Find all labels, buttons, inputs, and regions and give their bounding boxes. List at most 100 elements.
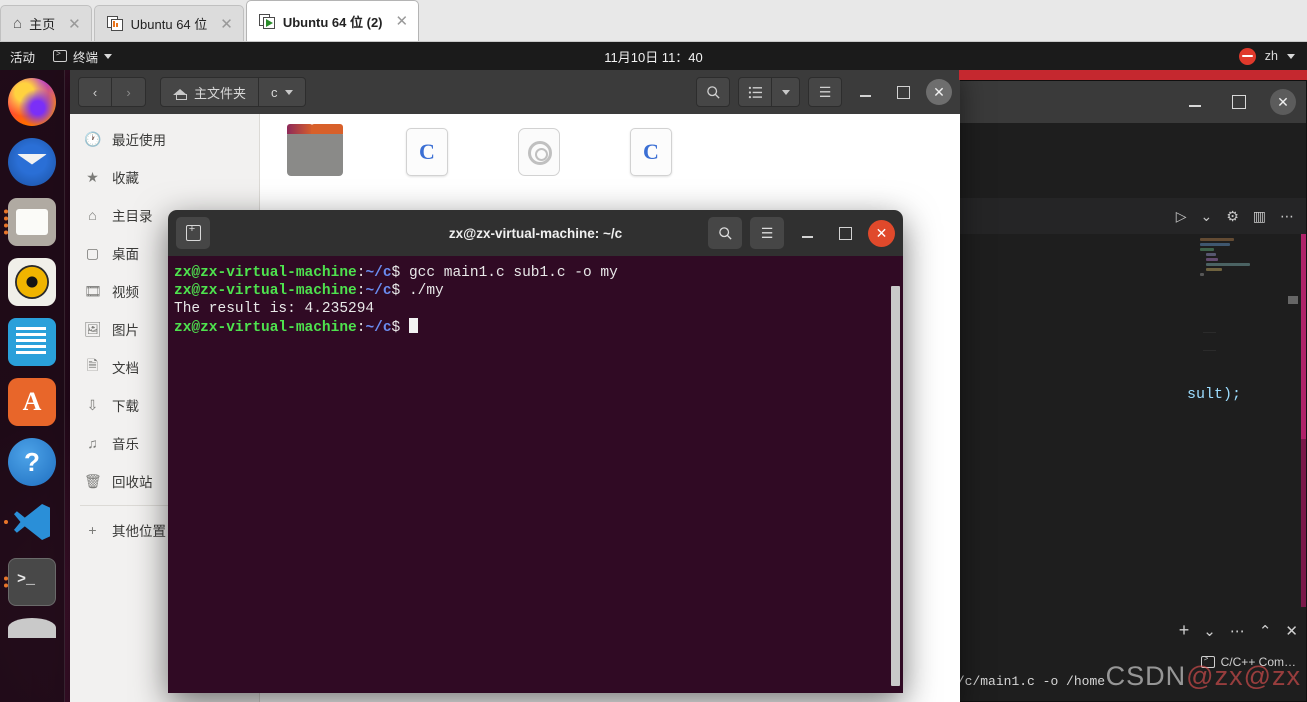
minimize-button[interactable] xyxy=(792,228,822,238)
new-terminal-icon[interactable]: + xyxy=(1179,620,1190,641)
image-icon: 🖼 xyxy=(84,320,102,337)
close-icon[interactable]: ✕ xyxy=(220,15,233,33)
dock-item-terminal[interactable] xyxy=(4,558,56,606)
plus-icon: + xyxy=(88,522,97,538)
vmware-tab-label: Ubuntu 64 位 xyxy=(130,17,208,32)
firefox-icon xyxy=(8,78,56,126)
vmware-tab-strip: ⌂ 主页 ✕ Ubuntu 64 位 ✕ Ubuntu 64 位 (2) ✕ xyxy=(0,0,1307,42)
chevron-down-icon[interactable] xyxy=(1287,53,1295,59)
maximize-button[interactable] xyxy=(888,86,918,99)
search-icon[interactable] xyxy=(696,77,730,107)
close-button[interactable]: ✕ xyxy=(1270,89,1296,115)
close-icon[interactable]: ✕ xyxy=(68,15,81,33)
sidebar-item-starred[interactable]: ★ 收藏 xyxy=(70,158,259,196)
run-icon[interactable]: ▷ xyxy=(1176,208,1187,225)
new-tab-button[interactable] xyxy=(176,217,210,249)
input-language-label[interactable]: zh xyxy=(1265,49,1278,63)
vmware-tab-label: Ubuntu 64 位 (2) xyxy=(282,14,383,30)
document-icon: 🗎 xyxy=(86,357,99,373)
sidebar-item-label: 图片 xyxy=(112,323,139,338)
menu-icon[interactable]: ☰ xyxy=(808,77,842,107)
terminal-scrollbar[interactable] xyxy=(891,286,900,686)
breadcrumb-c[interactable]: c xyxy=(259,77,306,107)
file-item[interactable]: C xyxy=(616,126,686,178)
minimize-button[interactable] xyxy=(1182,97,1208,107)
more-actions-icon[interactable]: ⋯ xyxy=(1230,622,1245,640)
editor-overview-ruler[interactable] xyxy=(1301,234,1306,607)
dock-item-help[interactable]: ? xyxy=(8,438,56,486)
list-view-icon[interactable] xyxy=(738,77,772,107)
chevron-down-icon[interactable]: ⌄ xyxy=(1203,622,1216,640)
maximize-button[interactable] xyxy=(1226,95,1252,109)
menu-icon[interactable]: ☰ xyxy=(750,217,784,249)
dock-item-show-apps[interactable] xyxy=(8,618,56,638)
breadcrumb-label: 主文件夹 xyxy=(194,85,247,101)
gear-icon[interactable]: ⚙ xyxy=(1226,208,1239,225)
editor-scrollbar[interactable] xyxy=(1288,234,1298,607)
sidebar-item-label: 回收站 xyxy=(112,475,153,490)
split-editor-icon[interactable]: ▥ xyxy=(1253,208,1266,225)
dock-item-firefox[interactable] xyxy=(8,78,56,126)
dock-item-rhythmbox[interactable] xyxy=(8,258,56,306)
chevron-down-icon[interactable]: ⌄ xyxy=(1200,208,1212,225)
terminal-line: zx@zx-virtual-machine:~/c$ xyxy=(174,318,903,337)
chevron-down-icon[interactable] xyxy=(104,53,113,59)
vm-icon xyxy=(258,13,276,29)
dock-item-vscode[interactable] xyxy=(4,498,56,546)
terminal-line: zx@zx-virtual-machine:~/c$ ./my xyxy=(174,283,444,299)
sidebar-item-label: 文档 xyxy=(112,361,139,376)
dock-item-thunderbird[interactable] xyxy=(8,138,56,186)
panel-tab-cpp-compile[interactable]: C/C++ Com… xyxy=(1200,655,1296,669)
thunderbird-icon xyxy=(8,138,56,186)
vmware-tab-label: 主页 xyxy=(29,17,56,32)
forward-button[interactable]: › xyxy=(112,77,146,107)
view-options-caret[interactable] xyxy=(772,77,800,107)
gnome-top-bar: 活动 终端 11月10日 11：40 zh xyxy=(0,42,1307,70)
maximize-button[interactable] xyxy=(830,227,860,240)
close-icon[interactable]: ✕ xyxy=(396,12,409,30)
sidebar-item-label: 其他位置 xyxy=(112,524,166,539)
sidebar-item-recent[interactable]: 🕐 最近使用 xyxy=(70,120,259,158)
files-header-actions: ☰ ✕ xyxy=(696,77,952,107)
breadcrumb-home[interactable]: 主文件夹 xyxy=(160,77,260,107)
collapse-panel-icon[interactable]: ⌃ xyxy=(1259,622,1272,640)
close-button[interactable]: ✕ xyxy=(926,79,952,105)
screen-root: ⌂ 主页 ✕ Ubuntu 64 位 ✕ Ubuntu 64 位 (2) ✕ ✕… xyxy=(0,0,1307,702)
dock-item-ubuntu-software[interactable]: A xyxy=(8,378,56,426)
editor-code-fragment: sult); xyxy=(1187,386,1242,403)
activities-button[interactable]: 活动 xyxy=(0,47,47,66)
vmware-tab-home[interactable]: ⌂ 主页 ✕ xyxy=(0,5,92,41)
more-actions-icon[interactable]: ⋯ xyxy=(1280,208,1294,225)
dock-item-libreoffice[interactable] xyxy=(8,318,56,366)
sidebar-item-label: 视频 xyxy=(112,285,139,300)
minimize-button[interactable] xyxy=(850,87,880,97)
file-item[interactable] xyxy=(280,124,350,178)
system-status-area[interactable]: zh xyxy=(1238,47,1307,65)
file-item[interactable]: C xyxy=(392,126,462,178)
chevron-down-icon[interactable] xyxy=(284,89,293,95)
rhythmbox-icon xyxy=(8,258,56,306)
app-menu[interactable]: 终端 xyxy=(47,47,118,66)
file-item[interactable] xyxy=(504,126,574,178)
breadcrumb-label: c xyxy=(271,84,278,100)
editor-minimap[interactable] xyxy=(1200,238,1284,302)
window-accent-strip xyxy=(959,70,1307,80)
search-icon[interactable] xyxy=(708,217,742,249)
do-not-disturb-icon[interactable] xyxy=(1238,47,1256,65)
vmware-tab-ubuntu64-2[interactable]: Ubuntu 64 位 (2) ✕ xyxy=(245,0,420,41)
trash-icon: 🗑 xyxy=(84,472,102,489)
file-grid: C C xyxy=(260,114,960,190)
terminal-body[interactable]: zx@zx-virtual-machine:~/c$ gcc main1.c s… xyxy=(168,256,903,693)
vmware-tab-ubuntu64[interactable]: Ubuntu 64 位 ✕ xyxy=(93,5,244,41)
close-panel-icon[interactable]: ✕ xyxy=(1285,622,1298,640)
terminal-header-actions: ☰ ✕ xyxy=(708,217,895,249)
sidebar-item-label: 最近使用 xyxy=(112,133,166,148)
close-button[interactable]: ✕ xyxy=(868,219,895,247)
panel-toolbar: + ⌄ ⋯ ⌃ ✕ xyxy=(1179,620,1298,641)
app-menu-label: 终端 xyxy=(73,50,99,65)
terminal-icon xyxy=(8,558,56,606)
back-button[interactable]: ‹ xyxy=(78,77,112,107)
dock-item-files[interactable] xyxy=(4,198,56,246)
sidebar-item-label: 主目录 xyxy=(112,209,153,224)
clock[interactable]: 11月10日 11：40 xyxy=(0,47,1307,66)
